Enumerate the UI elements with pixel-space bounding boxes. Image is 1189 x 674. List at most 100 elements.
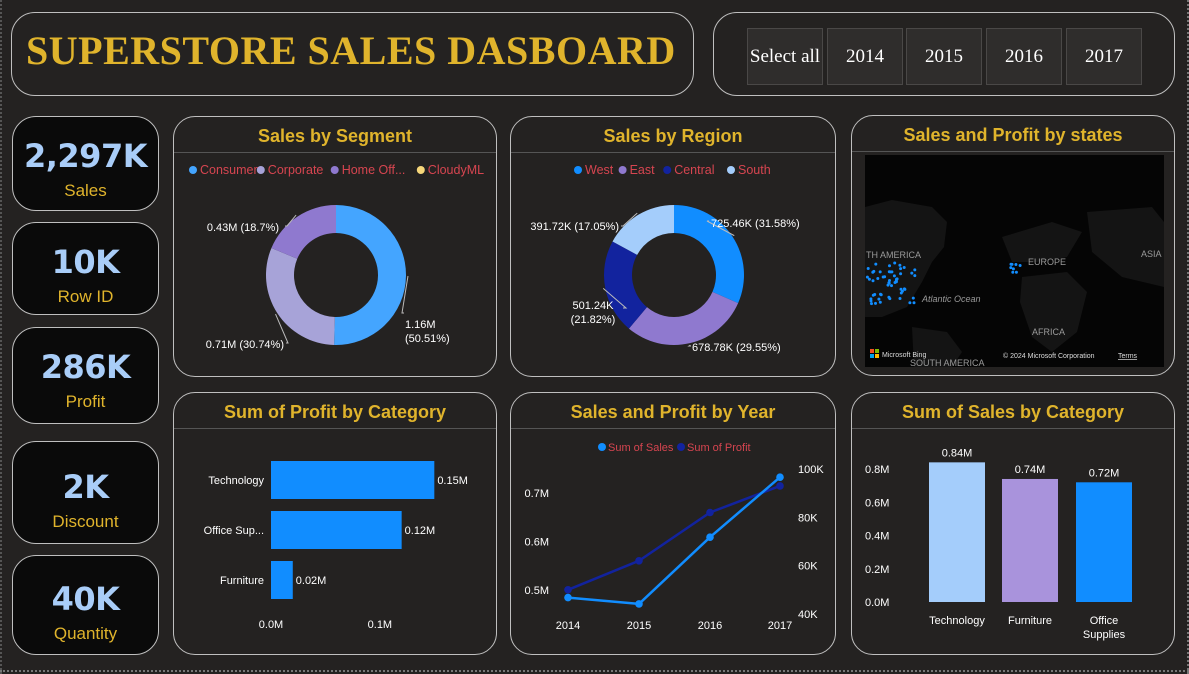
kpi-sales-label: Sales: [64, 181, 107, 200]
bar-1[interactable]: [1002, 478, 1058, 602]
line-point[interactable]: [635, 557, 643, 565]
kpi-row-id-label: Row ID: [57, 287, 114, 306]
line-point[interactable]: [706, 508, 714, 517]
state-point[interactable]: [878, 300, 882, 304]
state-point[interactable]: [889, 270, 892, 274]
state-point[interactable]: [894, 280, 898, 284]
legend-item-2[interactable]: Central: [674, 163, 714, 177]
bar-value-label: 0.84M: [942, 447, 973, 459]
state-point[interactable]: [888, 264, 891, 268]
legend-item-0[interactable]: West: [585, 163, 614, 177]
state-point[interactable]: [878, 270, 882, 274]
bar-2[interactable]: [271, 561, 293, 599]
line-point[interactable]: [564, 586, 572, 594]
state-point[interactable]: [870, 302, 873, 306]
state-point[interactable]: [890, 284, 893, 288]
segment-card: Sales by Segment Consumer Corporate Home O…: [173, 116, 497, 377]
line-point[interactable]: [564, 593, 572, 602]
bar-0[interactable]: [271, 461, 435, 499]
legend-profit[interactable]: Sum of Profit: [687, 442, 751, 454]
state-point[interactable]: [871, 293, 875, 297]
state-point[interactable]: [1011, 267, 1015, 271]
legend-item-1[interactable]: Corporate: [268, 163, 324, 177]
state-point[interactable]: [869, 299, 873, 303]
state-point[interactable]: [876, 277, 880, 280]
year-card: Sales and Profit by Year Sum of Sales Sum…: [510, 392, 836, 655]
state-point[interactable]: [899, 272, 903, 276]
dashboard-title: SUPERSTORE SALES DASBOARD: [26, 28, 676, 73]
state-point[interactable]: [912, 301, 916, 305]
state-point[interactable]: [888, 279, 891, 282]
y-right-tick: 80K: [798, 512, 818, 524]
map-terms-link[interactable]: Terms: [1118, 353, 1138, 360]
state-point[interactable]: [874, 262, 878, 266]
kpi-discount: 2K Discount: [12, 441, 159, 544]
title-panel: SUPERSTORE SALES DASBOARD: [11, 12, 694, 96]
line-sum-of-sales[interactable]: [567, 476, 781, 606]
slicer-2014[interactable]: 2014: [827, 28, 903, 85]
map-label-asia: ASIA: [1141, 249, 1162, 259]
state-point[interactable]: [899, 267, 903, 271]
legend-item-0[interactable]: Consumer: [200, 163, 258, 177]
state-point[interactable]: [902, 266, 906, 269]
legend-item-3[interactable]: South: [738, 163, 771, 177]
state-point[interactable]: [1014, 270, 1018, 274]
slicer-select-all[interactable]: Select all: [747, 28, 823, 85]
bar-1[interactable]: [271, 511, 402, 549]
states-map[interactable]: TH AMERICA EUROPE ASIA Atlantic Ocean AF…: [852, 152, 1175, 376]
x-tick: 2017: [768, 620, 792, 632]
state-point[interactable]: [871, 279, 875, 283]
state-point[interactable]: [888, 297, 892, 301]
legend-item-2[interactable]: Home Off...: [342, 163, 406, 177]
state-point[interactable]: [1011, 270, 1015, 274]
state-point[interactable]: [866, 267, 870, 270]
state-point[interactable]: [910, 271, 914, 275]
slice-home-office[interactable]: [271, 205, 336, 259]
slice-corporate[interactable]: [266, 247, 335, 345]
profit-category-bar-chart: Technology 0.15M Office Sup... 0.12M Furnitu…: [204, 461, 468, 631]
state-point[interactable]: [900, 289, 904, 293]
slicer-2016[interactable]: 2016: [986, 28, 1062, 85]
state-point[interactable]: [892, 274, 896, 278]
state-point[interactable]: [893, 261, 897, 265]
kpi-sales-value: 2,297K: [23, 137, 148, 175]
slice-label: 0.71M (30.74%): [206, 339, 284, 351]
state-point[interactable]: [877, 297, 881, 301]
legend-marker: [677, 443, 685, 451]
bar-0[interactable]: [929, 462, 985, 602]
state-point[interactable]: [874, 301, 877, 305]
slicer-2017[interactable]: 2017: [1066, 28, 1142, 85]
state-point[interactable]: [1018, 264, 1022, 267]
state-point[interactable]: [913, 274, 917, 278]
sales-category-bar-chart: 0.0M 0.2M 0.4M 0.6M 0.8M 0.84M Technology 0.74M…: [865, 447, 1132, 641]
state-point[interactable]: [913, 268, 917, 272]
state-point[interactable]: [902, 287, 906, 291]
legend-marker: [727, 166, 735, 174]
state-point[interactable]: [1009, 266, 1013, 270]
line-point[interactable]: [776, 482, 784, 490]
state-point[interactable]: [872, 269, 876, 273]
line-point[interactable]: [706, 533, 714, 541]
state-point[interactable]: [881, 275, 885, 279]
legend-sales[interactable]: Sum of Sales: [608, 442, 674, 454]
slice-consumer[interactable]: [334, 205, 407, 345]
map-label-sa: SOUTH AMERICA: [910, 358, 985, 368]
legend-item-3[interactable]: CloudyML: [428, 163, 484, 177]
bar-value-label: 0.74M: [1015, 464, 1046, 476]
slice-label-2: (50.51%): [405, 333, 450, 345]
state-point[interactable]: [898, 263, 902, 267]
state-point[interactable]: [1009, 262, 1013, 266]
state-point[interactable]: [908, 301, 912, 305]
legend-item-1[interactable]: East: [630, 163, 656, 177]
line-point[interactable]: [776, 473, 784, 481]
slice-east[interactable]: [628, 291, 739, 345]
state-point[interactable]: [898, 297, 902, 300]
state-point[interactable]: [1014, 263, 1018, 266]
state-point[interactable]: [865, 275, 869, 279]
bar-2[interactable]: [1076, 482, 1132, 602]
slicer-2015[interactable]: 2015: [906, 28, 982, 85]
state-point[interactable]: [911, 296, 915, 300]
line-sum-of-profit[interactable]: [567, 484, 781, 591]
line-point[interactable]: [635, 600, 643, 608]
state-point[interactable]: [879, 292, 882, 296]
